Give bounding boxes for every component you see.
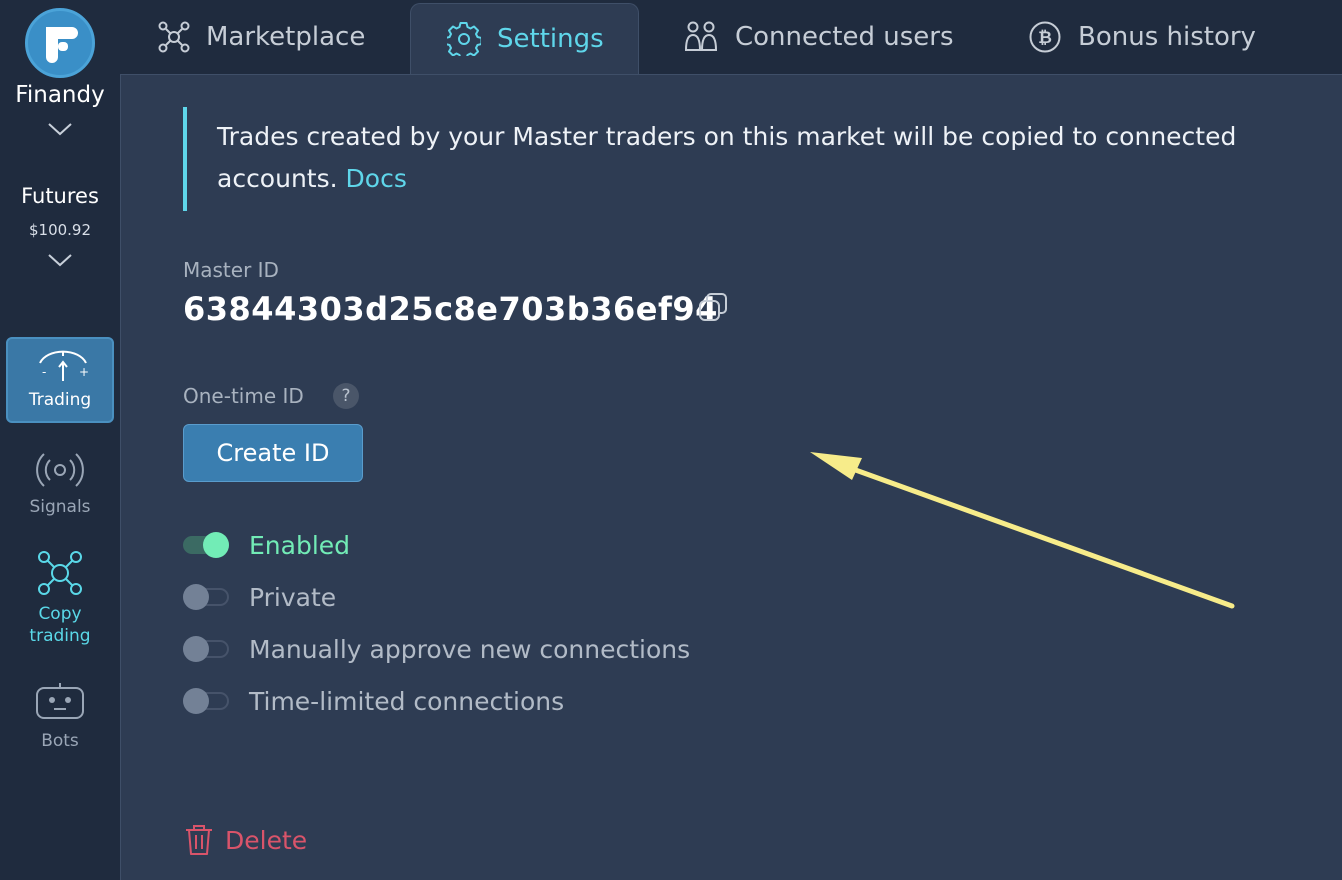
toggle-label: Time-limited connections — [249, 686, 565, 716]
sidebar-item-bots[interactable]: Bots — [6, 680, 114, 760]
broadcast-icon — [36, 453, 84, 487]
chevron-down-icon[interactable] — [46, 252, 74, 268]
info-callout: Trades created by your Master traders on… — [183, 107, 1263, 211]
tab-bonus-history[interactable]: ₿ Bonus history — [1028, 0, 1256, 74]
toggle-row-manual-approve[interactable]: Manually approve new connections — [183, 632, 690, 666]
robot-icon — [36, 683, 84, 719]
chevron-down-icon[interactable] — [46, 121, 74, 137]
master-id-label: Master ID — [183, 258, 279, 282]
network-icon — [158, 21, 190, 53]
gauge-icon: - + — [39, 350, 89, 381]
svg-text:-: - — [42, 365, 46, 379]
users-icon — [684, 21, 718, 51]
tab-label: Marketplace — [206, 22, 366, 52]
network-icon — [38, 551, 82, 595]
sidebar: Finandy Futures $100.92 - + Trading Sign… — [0, 0, 120, 880]
sidebar-item-trading[interactable]: - + Trading — [6, 337, 114, 423]
sidebar-item-label: Copy trading — [29, 604, 91, 646]
finandy-logo[interactable] — [25, 8, 95, 78]
delete-label: Delete — [225, 825, 308, 855]
svg-text:₿: ₿ — [1038, 28, 1052, 48]
toggle-row-private[interactable]: Private — [183, 580, 336, 614]
toggle-row-enabled[interactable]: Enabled — [183, 528, 350, 562]
tab-label: Bonus history — [1078, 22, 1256, 52]
gear-icon — [447, 22, 481, 56]
tab-marketplace[interactable]: Marketplace — [158, 0, 365, 74]
toggle-label: Private — [249, 582, 337, 612]
private-toggle[interactable] — [183, 584, 229, 610]
svg-text:+: + — [79, 365, 89, 379]
sidebar-item-signals[interactable]: Signals — [6, 448, 114, 528]
sidebar-item-label: Signals — [29, 497, 91, 517]
tab-settings[interactable]: Settings — [410, 3, 639, 74]
tab-bar: Marketplace Settings Connected users ₿ B… — [120, 0, 1342, 74]
sidebar-item-copy-trading[interactable]: Copy trading — [6, 548, 114, 648]
one-time-id-label: One-time ID — [183, 384, 304, 408]
toggle-label: Manually approve new connections — [249, 634, 691, 664]
delete-button[interactable]: Delete — [183, 823, 307, 857]
master-id-value: 63844303d25c8e703b36ef94 — [183, 290, 718, 328]
trash-icon — [186, 825, 212, 855]
toggle-label: Enabled — [249, 530, 351, 560]
toggle-row-time-limited[interactable]: Time-limited connections — [183, 684, 564, 718]
sidebar-item-label: Bots — [41, 731, 79, 751]
copy-icon[interactable] — [695, 291, 731, 327]
manual-approve-toggle[interactable] — [183, 636, 229, 662]
tab-connected-users[interactable]: Connected users — [683, 0, 954, 74]
docs-link[interactable]: Docs — [346, 164, 407, 193]
help-icon[interactable]: ? — [333, 383, 359, 409]
account-type[interactable]: Futures — [0, 184, 120, 208]
create-id-button[interactable]: Create ID — [183, 424, 363, 482]
enabled-toggle[interactable] — [183, 532, 229, 558]
tab-label: Connected users — [735, 22, 954, 52]
settings-panel: Trades created by your Master traders on… — [120, 74, 1342, 880]
bitcoin-icon: ₿ — [1029, 21, 1061, 53]
account-balance: $100.92 — [28, 221, 92, 239]
time-limited-toggle[interactable] — [183, 688, 229, 714]
tab-label: Settings — [497, 24, 604, 54]
sidebar-item-label: Trading — [28, 390, 92, 410]
brand-name: Finandy — [15, 82, 105, 108]
